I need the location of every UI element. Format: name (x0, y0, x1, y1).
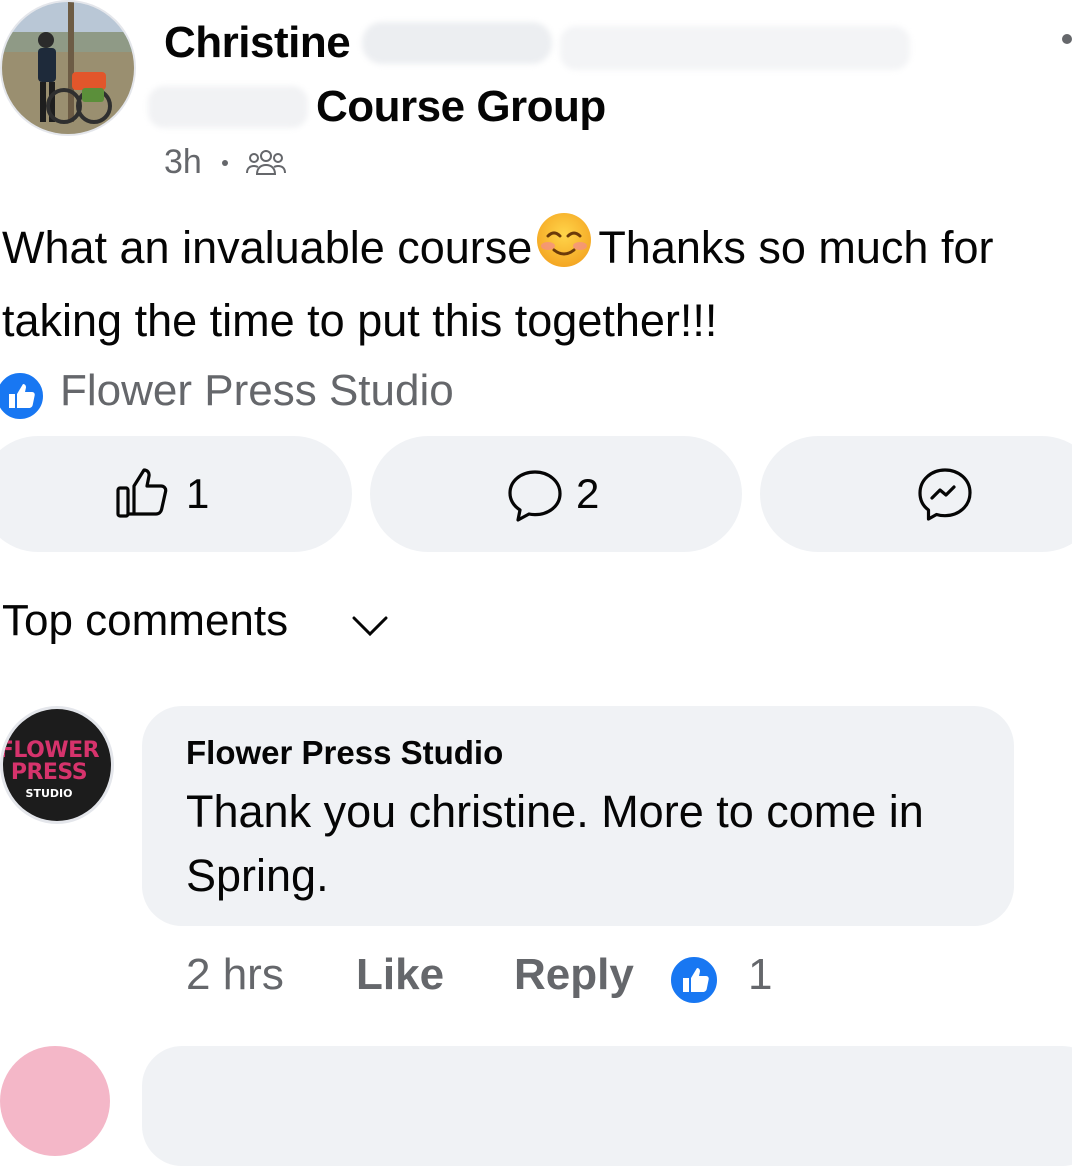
author-avatar[interactable] (0, 0, 136, 136)
next-comment-bubble (142, 1046, 1072, 1166)
more-options-icon[interactable] (1062, 34, 1072, 44)
like-reaction-icon[interactable] (668, 954, 720, 1011)
chevron-down-icon[interactable] (350, 612, 390, 643)
comment-like-button[interactable]: Like (356, 950, 444, 1000)
post-timestamp[interactable]: 3h (164, 143, 202, 182)
like-button[interactable]: 1 (0, 436, 352, 552)
comment-count: 2 (576, 470, 600, 517)
reaction-summary-name[interactable]: Flower Press Studio (60, 366, 454, 416)
avatar-logo-line3: STUDIO (25, 787, 73, 800)
redacted-group-blur (560, 26, 910, 70)
post-text-line2: taking the time to put this together!!! (2, 295, 718, 346)
comment-timestamp[interactable]: 2 hrs (186, 950, 284, 1000)
post-text-line1: What an invaluable course (2, 221, 533, 273)
comment-reply-button[interactable]: Reply (514, 950, 634, 1000)
post-group-name[interactable]: Course Group (316, 82, 606, 132)
comment-reaction-count[interactable]: 1 (748, 950, 772, 1000)
comment-bubble-icon (506, 468, 564, 529)
post-author-name[interactable]: Christine (164, 18, 351, 68)
redacted-group-blur-2 (148, 86, 308, 128)
group-icon (246, 148, 286, 183)
redacted-name-blur (362, 22, 552, 64)
comment-text: Thank you christine. More to come in Spr… (186, 786, 924, 901)
author-avatar-photo (2, 2, 134, 134)
smiling-face-emoji-icon (536, 212, 592, 284)
messenger-icon (916, 466, 974, 529)
avatar-logo-line2: PRESS (10, 760, 88, 785)
thumbs-up-icon (114, 464, 170, 525)
post-text-line1b: Thanks so much for (598, 221, 994, 273)
like-count: 1 (186, 470, 210, 517)
next-commenter-avatar[interactable] (0, 1046, 110, 1156)
separator-dot (222, 160, 228, 166)
like-reaction-icon[interactable] (0, 370, 46, 427)
comment-button[interactable]: 2 (370, 436, 742, 552)
commenter-avatar[interactable]: FLOWER PRESS STUDIO (0, 706, 114, 824)
comment-sort-label[interactable]: Top comments (2, 596, 288, 646)
send-button[interactable] (760, 436, 1072, 552)
comment-author[interactable]: Flower Press Studio (186, 734, 503, 772)
post-text: What an invaluable course Thanks so much… (2, 212, 1072, 352)
